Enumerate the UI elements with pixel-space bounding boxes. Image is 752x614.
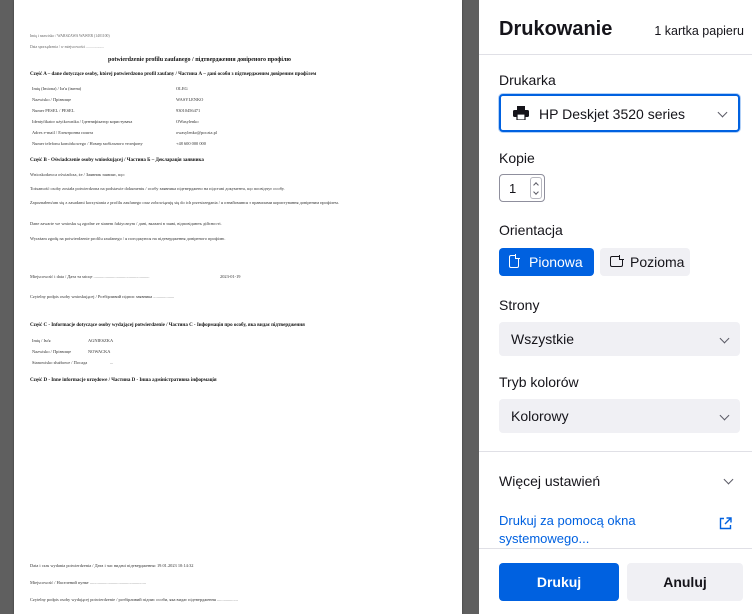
preview-title: potwierdzenie profilu zaufanego / підтве… bbox=[108, 57, 292, 63]
preview-b-line: Dane zawarte we wniosku są zgodne ze sta… bbox=[30, 221, 222, 226]
orientation-portrait-label: Pionowa bbox=[529, 254, 583, 270]
header-divider bbox=[479, 54, 752, 55]
preview-row-value: AGNIESZKA bbox=[88, 338, 114, 343]
preview-row-value: owasylenko@poczta.pl bbox=[176, 130, 217, 135]
print-settings-panel: Drukowanie 1 kartka papieru Drukarka HP … bbox=[479, 0, 752, 614]
color-mode-select[interactable]: Kolorowy bbox=[499, 399, 740, 433]
preview-section-d: Część D - Inne informacje urzędowe / Час… bbox=[30, 378, 217, 383]
preview-date-line: Miejscowość i data / Дата та місце .....… bbox=[30, 274, 150, 279]
preview-section-c: Część C - Informacje dotyczące osoby wyd… bbox=[30, 323, 305, 328]
external-link-icon[interactable] bbox=[719, 517, 732, 530]
copies-stepper[interactable] bbox=[530, 177, 542, 199]
footer-divider bbox=[479, 548, 752, 549]
orientation-label: Orientacja bbox=[499, 222, 563, 238]
sheet-count: 1 kartka papieru bbox=[654, 24, 744, 38]
preview-b-line: Wnioskodawca oświadcza, że / Заявник зая… bbox=[30, 172, 125, 177]
preview-b-line: Zapoznałem/am się z zasadami korzystania… bbox=[30, 200, 339, 205]
preview-row-label: Imię (Imiona) / Ім'я (імена) bbox=[32, 86, 82, 91]
preview-footer-3: Czytelny podpis osoby wydającej potwierd… bbox=[30, 597, 238, 602]
preview-row-label: Numer telefonu komórkowego / Номер мобіл… bbox=[32, 141, 143, 146]
chevron-down-icon[interactable] bbox=[723, 474, 734, 485]
preview-row-label: Stanowisko służbowe / Посада bbox=[32, 360, 88, 365]
chevron-down-icon[interactable] bbox=[533, 189, 539, 195]
preview-sign-line: Czytelny podpis osoby wnioskującej / Роз… bbox=[30, 294, 175, 299]
portrait-page-icon bbox=[509, 254, 520, 268]
color-mode-label: Tryb kolorów bbox=[499, 374, 579, 390]
pages-label: Strony bbox=[499, 297, 540, 313]
preview-row-value: OWasylenko bbox=[176, 119, 199, 124]
print-preview-area: Imię i nazwisko / WARSZAWA WAWER (140110… bbox=[0, 0, 479, 614]
orientation-landscape-label: Pozioma bbox=[630, 254, 685, 270]
chevron-up-icon[interactable] bbox=[533, 182, 539, 188]
orientation-portrait-button[interactable]: Pionowa bbox=[499, 248, 594, 276]
preview-row-value: OLEG bbox=[176, 86, 188, 91]
preview-b-line: Wyrażam zgodę na potwierdzenie profilu z… bbox=[30, 236, 226, 241]
preview-footer-1: Data i czas wydania potwierdzenia / Дата… bbox=[30, 563, 194, 568]
preview-row-label: Nazwisko / Прізвище bbox=[32, 349, 72, 354]
printer-value: HP Deskjet 3520 series bbox=[539, 106, 686, 122]
printer-select[interactable]: HP Deskjet 3520 series bbox=[499, 94, 740, 132]
settings-divider bbox=[479, 451, 752, 452]
preview-row-label: Numer PESEL / PESEL bbox=[32, 108, 75, 113]
printer-icon bbox=[513, 106, 529, 120]
preview-header-1: Imię i nazwisko / WARSZAWA WAWER (140110… bbox=[30, 34, 110, 38]
copies-label: Kopie bbox=[499, 150, 535, 166]
copies-value: 1 bbox=[509, 181, 517, 196]
preview-section-b: Część B - Oświadczenie osoby wnioskujące… bbox=[30, 158, 204, 163]
orientation-landscape-button[interactable]: Pozioma bbox=[600, 248, 690, 276]
preview-date-value: 2023-01-19 bbox=[220, 274, 241, 279]
preview-footer-2: Miejscowość / Населений пункт ..........… bbox=[30, 580, 146, 585]
preview-section-a: Część A – dane dotyczące osoby, której p… bbox=[30, 72, 317, 77]
chevron-down-icon bbox=[719, 333, 730, 344]
preview-page: Imię i nazwisko / WARSZAWA WAWER (140110… bbox=[14, 0, 462, 614]
preview-row-value: NOWACKA bbox=[88, 349, 111, 354]
chevron-down-icon bbox=[719, 410, 730, 421]
preview-row-label: Adres e-mail / Електронна пошта bbox=[32, 130, 94, 135]
more-settings-toggle[interactable]: Więcej ustawień bbox=[499, 473, 600, 489]
cancel-button[interactable]: Anuluj bbox=[627, 563, 743, 601]
preview-row-value: WASYLENKO bbox=[176, 97, 204, 102]
preview-row-label: Nazwisko / Прізвище bbox=[32, 97, 72, 102]
panel-title: Drukowanie bbox=[499, 18, 613, 40]
preview-row-value: +48 600 000 000 bbox=[176, 141, 206, 146]
system-dialog-link[interactable]: Drukuj za pomocą okna systemowego... bbox=[499, 512, 689, 548]
preview-row-value: 93010456471 bbox=[176, 108, 201, 113]
preview-header-2: Data sporządzenia / w miejscowości .....… bbox=[30, 45, 105, 49]
pages-value: Wszystkie bbox=[511, 331, 574, 347]
printer-label: Drukarka bbox=[499, 72, 556, 88]
copies-input[interactable]: 1 bbox=[499, 174, 545, 202]
color-mode-value: Kolorowy bbox=[511, 408, 569, 424]
landscape-page-icon bbox=[610, 255, 624, 267]
pages-select[interactable]: Wszystkie bbox=[499, 322, 740, 356]
preview-row-label: Identyfikator użytkownika / Ідентифікато… bbox=[32, 119, 133, 124]
chevron-down-icon bbox=[717, 107, 728, 118]
preview-row-label: Imię / Ім'я bbox=[32, 338, 51, 343]
print-button[interactable]: Drukuj bbox=[499, 563, 619, 601]
preview-row-value: ... bbox=[110, 360, 114, 365]
preview-b-line: Tożsamość osoby została potwierdzona na … bbox=[30, 186, 285, 191]
